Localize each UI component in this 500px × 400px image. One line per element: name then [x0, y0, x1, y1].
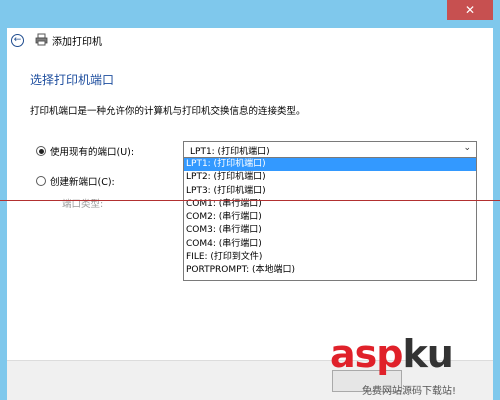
window-title-bar — [0, 0, 500, 28]
use-existing-port-option[interactable]: 使用现有的端口(U): — [36, 144, 134, 158]
create-new-port-option[interactable]: 创建新端口(C): — [36, 174, 115, 188]
page-description: 打印机端口是一种允许你的计算机与打印机交换信息的连接类型。 — [30, 106, 306, 117]
printer-icon — [35, 33, 48, 46]
use-existing-port-radio[interactable] — [36, 146, 46, 156]
dialog-title: 添加打印机 — [52, 37, 102, 48]
port-dropdown-list: LPT1: (打印机端口) LPT2: (打印机端口) LPT3: (打印机端口… — [183, 157, 477, 281]
port-option-com2[interactable]: COM2: (串行端口) — [184, 211, 476, 224]
close-button[interactable]: ✕ — [447, 0, 493, 20]
use-existing-port-label: 使用现有的端口(U): — [50, 147, 135, 158]
port-option-lpt2[interactable]: LPT2: (打印机端口) — [184, 171, 476, 184]
port-option-portprompt[interactable]: PORTPROMPT: (本地端口) — [184, 264, 476, 277]
back-button[interactable]: ← — [11, 34, 24, 47]
page-title: 选择打印机端口 — [30, 73, 115, 87]
port-select-value: LPT1: (打印机端口) — [190, 147, 270, 157]
chevron-down-icon: ⌄ — [463, 143, 471, 153]
port-option-com3[interactable]: COM3: (串行端口) — [184, 224, 476, 237]
watermark-subtitle: 免费网站源码下载站! — [362, 386, 457, 397]
port-select[interactable]: LPT1: (打印机端口) ⌄ — [183, 141, 477, 158]
red-guide-line — [0, 200, 500, 201]
port-option-file[interactable]: FILE: (打印到文件) — [184, 251, 476, 264]
port-option-lpt1[interactable]: LPT1: (打印机端口) — [184, 158, 476, 172]
create-new-port-label: 创建新端口(C): — [50, 177, 115, 188]
port-type-label: 端口类型: — [62, 199, 104, 210]
dialog-header: ← 添加打印机 — [7, 28, 493, 50]
port-option-com4[interactable]: COM4: (串行端口) — [184, 238, 476, 251]
watermark: aspku 免费网站源码下载站! — [330, 335, 500, 400]
watermark-logo: aspku — [330, 332, 454, 376]
port-option-lpt3[interactable]: LPT3: (打印机端口) — [184, 185, 476, 198]
close-icon: ✕ — [464, 3, 476, 17]
create-new-port-radio[interactable] — [36, 176, 46, 186]
arrow-left-icon: ← — [13, 35, 22, 45]
